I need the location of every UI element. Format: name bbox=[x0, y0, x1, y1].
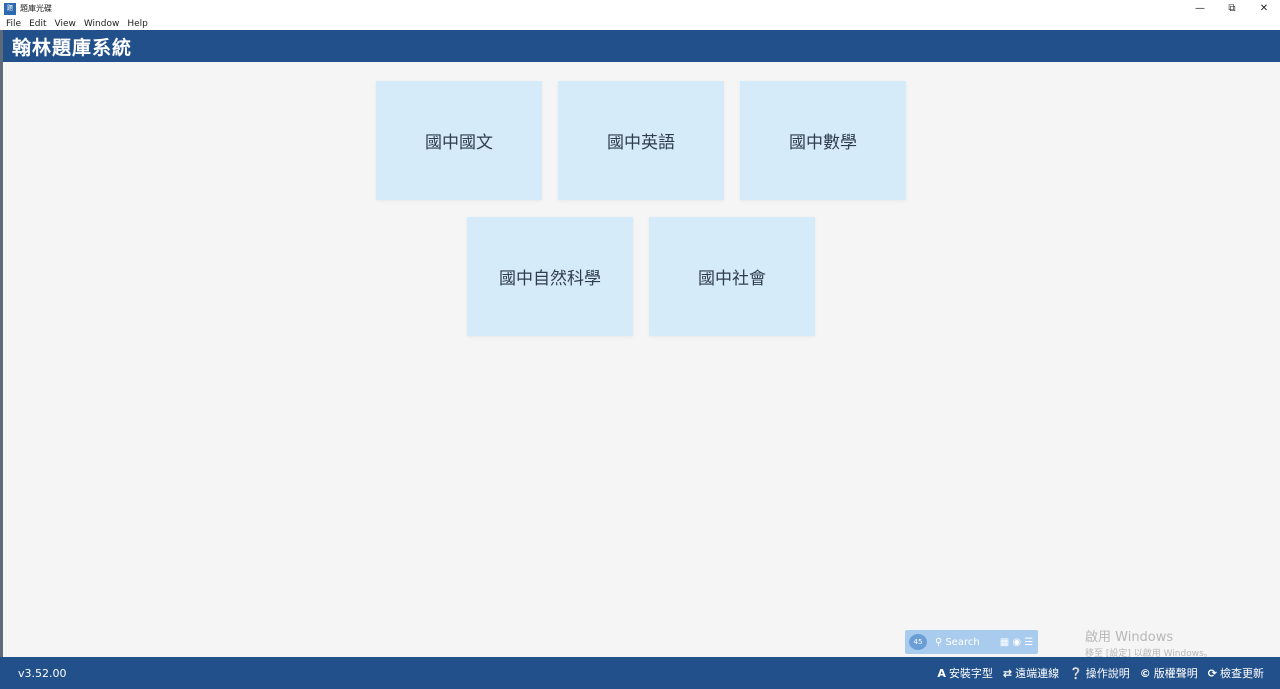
subject-card-label: 國中數學 bbox=[789, 133, 857, 153]
footer-link-label: 遠端連線 bbox=[1015, 667, 1060, 680]
subject-card-label: 國中自然科學 bbox=[499, 269, 601, 289]
footer-link-label: 操作說明 bbox=[1085, 667, 1130, 680]
subject-card-chinese[interactable]: 國中國文 bbox=[376, 81, 542, 200]
subject-card-label: 國中國文 bbox=[425, 133, 493, 153]
menu-view[interactable]: View bbox=[55, 19, 76, 29]
subject-card-social[interactable]: 國中社會 bbox=[649, 217, 815, 336]
subject-grid: 國中國文 國中英語 國中數學 國中自然科學 國中社會 bbox=[3, 62, 1280, 657]
font-icon: A bbox=[937, 666, 946, 680]
footer-link-label: 版權聲明 bbox=[1153, 667, 1198, 680]
menu-window[interactable]: Window bbox=[84, 19, 120, 29]
copyright-link[interactable]: © 版權聲明 bbox=[1140, 665, 1198, 681]
version-label: v3.52.00 bbox=[18, 666, 67, 680]
subject-card-label: 國中英語 bbox=[607, 133, 675, 153]
app-title: 翰林題庫系統 bbox=[12, 36, 133, 59]
search-widget[interactable]: 45 ⚲ Search ▦ ◉ ☰ bbox=[905, 630, 1038, 654]
help-link[interactable]: ❔ 操作說明 bbox=[1069, 665, 1130, 681]
windows-activation-watermark: 啟用 Windows 移至 [設定] 以啟用 Windows。 bbox=[1085, 626, 1213, 659]
swap-arrows-icon: ⇄ bbox=[1002, 666, 1013, 680]
subject-card-science[interactable]: 國中自然科學 bbox=[467, 217, 633, 336]
copyright-icon: © bbox=[1139, 666, 1151, 680]
check-update-link[interactable]: ⟳ 檢查更新 bbox=[1208, 665, 1264, 681]
search-label: Search bbox=[945, 636, 980, 648]
install-font-link[interactable]: A 安裝字型 bbox=[937, 665, 993, 681]
subject-card-label: 國中社會 bbox=[698, 269, 766, 289]
app-icon: 題 bbox=[4, 2, 16, 15]
menu-bar: File Edit View Window Help bbox=[0, 17, 1280, 30]
window-title: 題庫光碟 bbox=[20, 4, 52, 13]
restore-icon[interactable]: ⧉ bbox=[1216, 0, 1248, 17]
menu-help[interactable]: Help bbox=[127, 19, 148, 29]
subject-card-english[interactable]: 國中英語 bbox=[558, 81, 724, 200]
refresh-icon: ⟳ bbox=[1207, 666, 1217, 680]
window-titlebar: 題 題庫光碟 — ⧉ ✕ bbox=[0, 0, 1280, 17]
widget-icons: ▦ ◉ ☰ bbox=[999, 636, 1034, 648]
activation-title: 啟用 Windows bbox=[1085, 630, 1174, 645]
app-header: 翰林題庫系統 bbox=[3, 30, 1280, 62]
question-icon: ❔ bbox=[1069, 666, 1083, 680]
menu-edit[interactable]: Edit bbox=[29, 19, 46, 29]
window-controls: — ⧉ ✕ bbox=[1184, 0, 1280, 17]
remote-connect-link[interactable]: ⇄ 遠端連線 bbox=[1003, 665, 1059, 681]
search-icon: ⚲ bbox=[935, 636, 943, 648]
menu-file[interactable]: File bbox=[6, 19, 21, 29]
footer-link-label: 安裝字型 bbox=[948, 667, 993, 680]
close-icon[interactable]: ✕ bbox=[1248, 0, 1280, 17]
footer-link-label: 檢查更新 bbox=[1220, 667, 1264, 680]
minimize-icon[interactable]: — bbox=[1184, 0, 1216, 17]
subject-card-math[interactable]: 國中數學 bbox=[740, 81, 906, 200]
footer-links: A 安裝字型 ⇄ 遠端連線 ❔ 操作說明 © 版權聲明 ⟳ 檢查更新 bbox=[927, 657, 1264, 689]
temperature-badge: 45 bbox=[909, 634, 927, 650]
app-footer: v3.52.00 A 安裝字型 ⇄ 遠端連線 ❔ 操作說明 © 版權聲明 ⟳ 檢… bbox=[0, 657, 1280, 689]
